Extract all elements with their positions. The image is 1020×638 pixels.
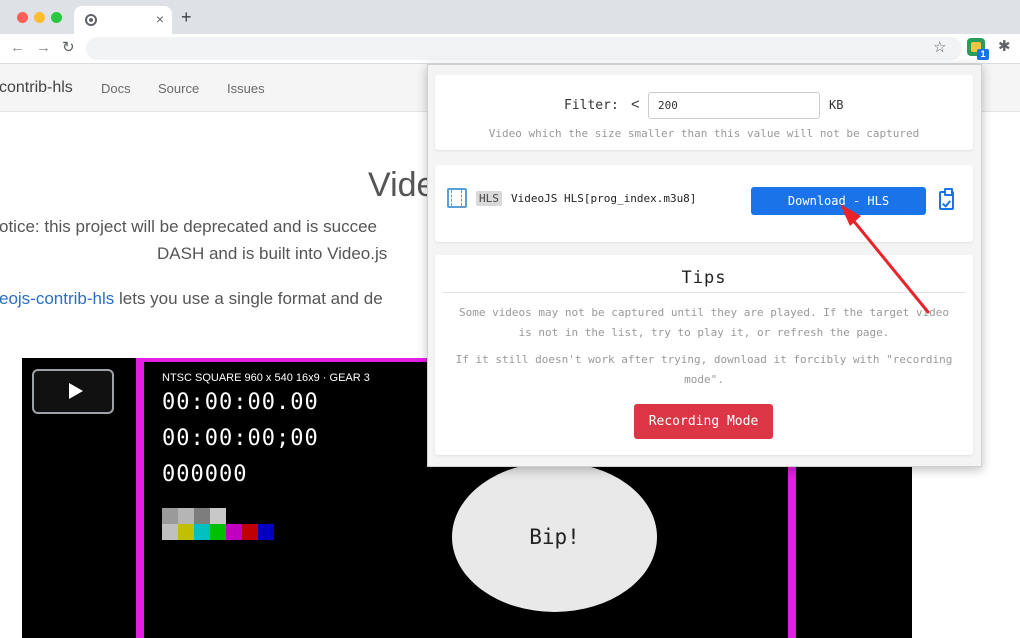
annotation-arrow (840, 204, 930, 314)
annotation-arrow-shaft (846, 212, 930, 314)
browser-window: × + ← → ↻ ☆ 1 ✱ contrib-hls Docs Source … (0, 0, 1020, 638)
annotation-arrow-head (840, 204, 861, 226)
